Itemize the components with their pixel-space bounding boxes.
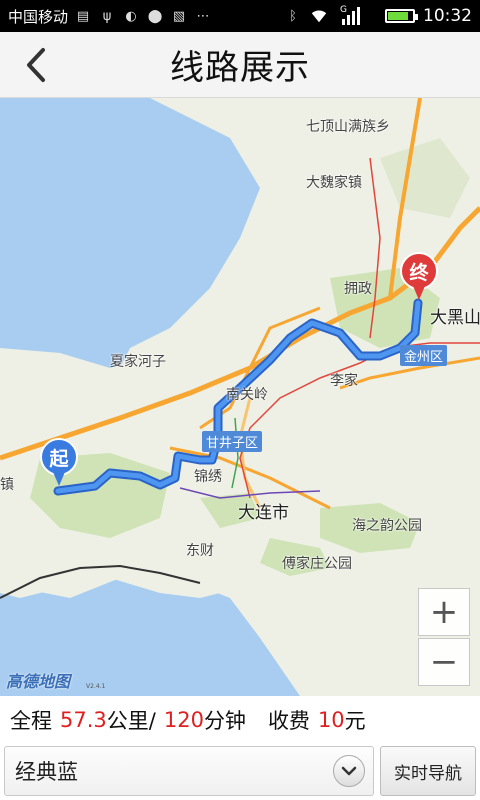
map-label-edge-town: 镇 bbox=[0, 477, 14, 493]
route-summary: 全程 57.3 公里/ 120 分钟 收费 10 元 bbox=[0, 698, 480, 742]
map-label-yongzheng: 拥政 bbox=[344, 281, 372, 297]
map-label-nanguanling: 南关岭 bbox=[226, 387, 268, 403]
district-tag-jinzhou: 金州区 bbox=[400, 345, 448, 366]
location-icon: ⬤ bbox=[147, 8, 163, 24]
map-provider-logo: 高德地图 bbox=[6, 672, 71, 691]
bottom-controls: 经典蓝 实时导航 bbox=[0, 742, 480, 800]
map-label-qidingshan: 七顶山满族乡 bbox=[306, 119, 390, 135]
image-icon: ▧ bbox=[172, 8, 186, 24]
battery-icon bbox=[385, 9, 418, 23]
duration-value: 120 bbox=[163, 708, 204, 732]
app-header: 线路展示 bbox=[0, 32, 480, 98]
toll-unit: 元 bbox=[344, 709, 366, 733]
route-map[interactable]: 七顶山满族乡 大魏家镇 夏家河子 南关岭 李家 锦绣 大连市 东财 海之韵公园 … bbox=[0, 98, 480, 696]
duration-unit: 分钟 bbox=[203, 709, 246, 733]
distance-unit: 公里/ bbox=[106, 709, 156, 733]
map-style-value: 经典蓝 bbox=[15, 760, 78, 784]
end-pin-tip bbox=[413, 286, 425, 300]
usb-icon: ψ bbox=[102, 8, 112, 24]
app-notification-icon: ◐ bbox=[125, 8, 137, 24]
map-label-dongcai: 东财 bbox=[186, 543, 214, 559]
map-label-xiajiahezi: 夏家河子 bbox=[110, 354, 166, 370]
map-label-haizhiyun: 海之韵公园 bbox=[352, 518, 422, 534]
sim-icon: ▤ bbox=[76, 8, 90, 24]
end-pin-label: 终 bbox=[400, 252, 438, 290]
zoom-out-button[interactable]: − bbox=[418, 638, 470, 686]
end-pin[interactable]: 终 bbox=[400, 252, 438, 302]
map-label-jinxiu: 锦绣 bbox=[194, 469, 222, 485]
zoom-in-button[interactable]: + bbox=[418, 588, 470, 636]
total-label: 全程 bbox=[10, 709, 52, 733]
map-provider-version: V2.4.1 bbox=[86, 683, 106, 690]
status-bar: 中国移动 ▤ ψ ◐ ⬤ ▧ ⋯ ᛒ G 10:32 bbox=[0, 0, 480, 32]
map-label-fujiazhuang: 傅家庄公园 bbox=[282, 556, 352, 572]
bluetooth-icon: ᛒ bbox=[289, 8, 297, 24]
map-label-daweijia: 大魏家镇 bbox=[306, 175, 362, 191]
network-type-label: G bbox=[340, 5, 347, 15]
start-pin[interactable]: 起 bbox=[40, 438, 78, 488]
start-pin-label: 起 bbox=[40, 438, 78, 476]
wifi-icon bbox=[310, 7, 328, 25]
district-tag-ganjingzi: 甘井子区 bbox=[202, 431, 263, 452]
clock: 10:32 bbox=[423, 6, 472, 26]
realtime-navigation-button[interactable]: 实时导航 bbox=[380, 746, 476, 796]
carrier-label: 中国移动 bbox=[8, 7, 69, 26]
map-style-select[interactable]: 经典蓝 bbox=[4, 746, 374, 796]
chevron-down-icon[interactable] bbox=[333, 755, 365, 787]
map-label-daheishan: 大黑山 bbox=[430, 308, 480, 328]
chevron-left-icon bbox=[27, 48, 45, 82]
back-button[interactable] bbox=[16, 44, 56, 86]
toll-label: 收费 bbox=[267, 709, 310, 733]
more-notifications-icon: ⋯ bbox=[196, 8, 210, 24]
page-title: 线路展示 bbox=[170, 48, 310, 88]
map-label-dalian: 大连市 bbox=[238, 503, 289, 523]
start-pin-tip bbox=[53, 472, 65, 486]
map-label-lijia: 李家 bbox=[330, 373, 358, 389]
distance-value: 57.3 bbox=[60, 708, 107, 732]
toll-value: 10 bbox=[317, 708, 345, 732]
